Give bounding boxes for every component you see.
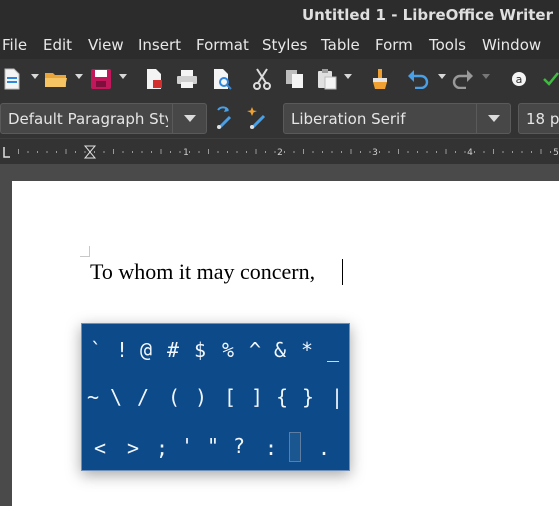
left-indent-icon[interactable] xyxy=(83,151,97,159)
ruler-label: 4 xyxy=(467,148,473,158)
key[interactable]: . xyxy=(313,436,335,460)
font-name-value: Liberation Serif xyxy=(291,110,406,128)
symbol-keyboard: ` ! @ # $ % ^ & * _ ~ \ / ( ) [ ] { } | … xyxy=(81,323,350,471)
cut-icon[interactable] xyxy=(250,67,274,91)
new-document-icon[interactable] xyxy=(0,67,24,91)
key[interactable]: [ xyxy=(219,385,241,409)
key[interactable]: { xyxy=(271,385,293,409)
menu-table[interactable]: Table xyxy=(321,36,360,54)
open-dropdown-arrow[interactable] xyxy=(75,74,83,79)
svg-text:a: a xyxy=(516,73,523,86)
ruler-label: 2 xyxy=(277,148,283,158)
key[interactable]: | xyxy=(326,385,348,409)
document-text[interactable]: To whom it may concern, xyxy=(90,259,315,285)
tab-stop-icon[interactable] xyxy=(3,147,10,158)
menu-bar: File Edit View Insert Format Styles Tabl… xyxy=(0,32,559,59)
paragraph-style-value: Default Paragraph Sty xyxy=(8,110,168,128)
menu-styles[interactable]: Styles xyxy=(262,36,308,54)
redo-dropdown-arrow[interactable] xyxy=(482,74,490,79)
standard-toolbar: a xyxy=(0,59,559,100)
key-selected[interactable] xyxy=(289,432,301,462)
menu-window[interactable]: Window xyxy=(482,36,541,54)
export-pdf-icon[interactable] xyxy=(142,67,166,91)
paragraph-style-combo[interactable]: Default Paragraph Sty xyxy=(0,103,207,134)
copy-icon[interactable] xyxy=(283,67,307,91)
key[interactable]: ^ xyxy=(244,338,266,362)
clone-formatting-icon[interactable] xyxy=(368,67,392,91)
ruler-label: 1 xyxy=(183,148,189,158)
key[interactable]: & xyxy=(269,338,291,362)
check-icon[interactable] xyxy=(539,67,559,91)
key[interactable]: } xyxy=(297,385,319,409)
key[interactable]: ; xyxy=(151,436,173,460)
key[interactable]: ) xyxy=(190,385,212,409)
key[interactable]: ' xyxy=(176,434,198,458)
key[interactable]: / xyxy=(132,385,154,409)
key[interactable]: @ xyxy=(135,338,157,362)
key[interactable]: ? xyxy=(228,434,250,458)
new-dropdown-arrow[interactable] xyxy=(31,74,39,79)
save-dropdown-arrow[interactable] xyxy=(119,74,127,79)
title-bar: Untitled 1 - LibreOffice Writer xyxy=(0,0,559,32)
key[interactable]: ! xyxy=(111,338,133,362)
key[interactable]: ( xyxy=(163,385,185,409)
key[interactable]: * xyxy=(296,338,318,362)
update-style-icon[interactable] xyxy=(213,106,237,130)
font-size-combo[interactable]: 18 p xyxy=(518,103,559,134)
menu-insert[interactable]: Insert xyxy=(138,36,181,54)
window-title: Untitled 1 - LibreOffice Writer xyxy=(301,6,553,24)
open-folder-icon[interactable] xyxy=(44,67,68,91)
menu-file[interactable]: File xyxy=(2,36,27,54)
key[interactable]: ] xyxy=(246,385,268,409)
paste-dropdown-arrow[interactable] xyxy=(344,74,352,79)
redo-icon[interactable] xyxy=(451,67,475,91)
font-name-combo[interactable]: Liberation Serif xyxy=(283,103,511,134)
ruler-label: 3 xyxy=(372,148,378,158)
menu-format[interactable]: Format xyxy=(196,36,249,54)
save-icon[interactable] xyxy=(89,67,113,91)
key[interactable]: # xyxy=(162,338,184,362)
spelling-icon[interactable]: a xyxy=(507,67,531,91)
chevron-down-icon[interactable] xyxy=(476,104,510,133)
text-boundary-mark xyxy=(80,256,90,257)
key[interactable]: " xyxy=(202,434,224,458)
key[interactable]: : xyxy=(260,436,282,460)
key[interactable]: _ xyxy=(322,338,344,362)
font-size-value: 18 p xyxy=(526,110,559,128)
new-style-icon[interactable] xyxy=(245,106,269,130)
paste-icon[interactable] xyxy=(315,67,339,91)
text-cursor xyxy=(342,259,343,285)
first-line-indent-icon[interactable] xyxy=(83,145,97,153)
menu-edit[interactable]: Edit xyxy=(43,36,72,54)
key[interactable]: ` xyxy=(85,338,107,362)
key[interactable]: % xyxy=(217,338,239,362)
undo-dropdown-arrow[interactable] xyxy=(438,74,446,79)
key[interactable]: > xyxy=(122,436,144,460)
ruler-label: 5 xyxy=(553,148,559,158)
print-icon[interactable] xyxy=(175,67,199,91)
menu-view[interactable]: View xyxy=(88,36,124,54)
chevron-down-icon[interactable] xyxy=(172,104,206,133)
menu-form[interactable]: Form xyxy=(375,36,413,54)
undo-icon[interactable] xyxy=(406,67,430,91)
print-preview-icon[interactable] xyxy=(210,67,234,91)
key[interactable]: < xyxy=(89,436,111,460)
horizontal-ruler[interactable]: 1 2 3 4 5 xyxy=(0,138,559,164)
menu-tools[interactable]: Tools xyxy=(429,36,466,54)
text-boundary-mark xyxy=(89,246,90,256)
key[interactable]: \ xyxy=(105,385,127,409)
key[interactable]: $ xyxy=(189,338,211,362)
key[interactable]: ~ xyxy=(82,385,104,409)
formatting-toolbar: Default Paragraph Sty Liberation Serif 1… xyxy=(0,100,559,138)
